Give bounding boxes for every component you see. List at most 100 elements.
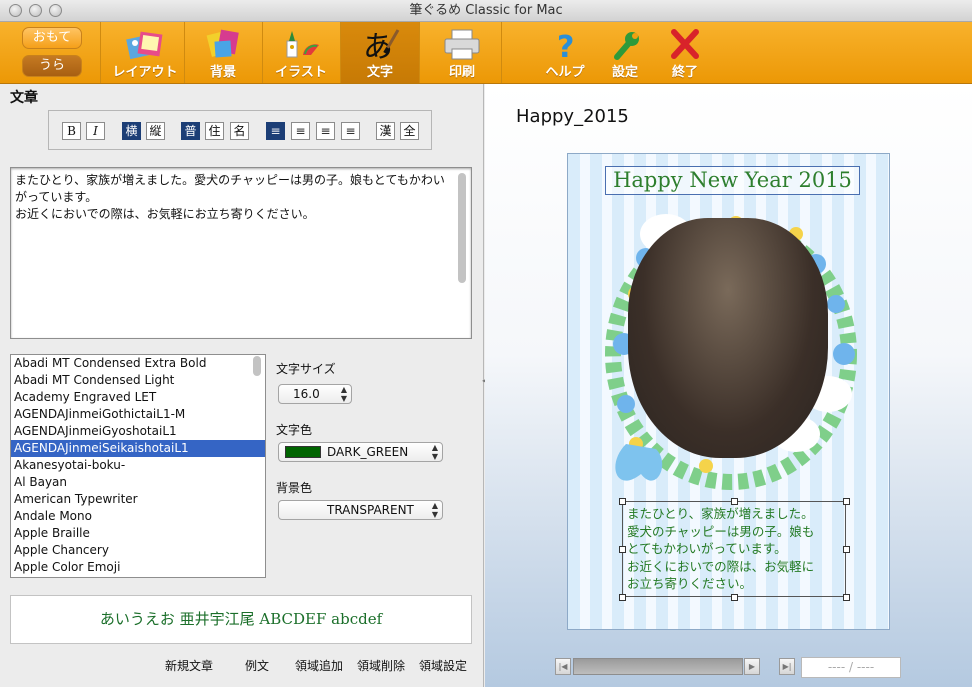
print-tool-button[interactable]: 印刷 bbox=[423, 22, 501, 83]
font-list-item[interactable]: Abadi MT Condensed Extra Bold bbox=[11, 355, 265, 372]
resize-handle[interactable] bbox=[619, 546, 626, 553]
font-list-item[interactable]: Andale Mono bbox=[11, 508, 265, 525]
text-tool-button[interactable]: あ 文字 bbox=[341, 22, 419, 83]
front-side-button[interactable]: おもて bbox=[22, 27, 82, 49]
stepper-arrows-icon: ▲ ▼ bbox=[340, 385, 347, 403]
text-area-scrollbar[interactable] bbox=[458, 173, 466, 283]
resize-handle[interactable] bbox=[731, 498, 738, 505]
brush-text-icon: あ bbox=[363, 29, 400, 63]
font-list-item-selected[interactable]: AGENDAJinmeiSeikaishotaiL1 bbox=[11, 440, 265, 457]
italic-button[interactable]: I bbox=[86, 122, 105, 140]
title-bar: 筆ぐるめ Classic for Mac bbox=[0, 0, 972, 22]
font-list-scrollbar[interactable] bbox=[253, 356, 261, 376]
bg-color-select[interactable]: TRANSPARENT ▲ ▼ bbox=[278, 500, 443, 520]
popup-arrows-icon: ▲ ▼ bbox=[431, 443, 438, 461]
font-list-item[interactable]: Academy Engraved LET bbox=[11, 389, 265, 406]
text-color-label: 文字色 bbox=[276, 423, 313, 437]
print-tool-label: 印刷 bbox=[448, 65, 475, 80]
text-color-swatch bbox=[285, 446, 321, 458]
align-justify-button[interactable]: ≡ bbox=[341, 122, 360, 140]
layout-tool-label: レイアウト bbox=[112, 65, 178, 80]
align-right-button[interactable]: ≡ bbox=[316, 122, 335, 140]
wrench-icon bbox=[614, 32, 639, 60]
align-center-button[interactable]: ≡ bbox=[291, 122, 310, 140]
font-size-stepper[interactable]: 16.0 ▲ ▼ bbox=[278, 384, 352, 404]
kanji-button[interactable]: 漢 bbox=[376, 122, 395, 140]
example-text-button[interactable]: 例文 bbox=[245, 657, 269, 674]
card-name: Happy_2015 bbox=[516, 106, 629, 127]
popup-arrows-icon: ▲ ▼ bbox=[431, 501, 438, 519]
horizontal-writing-button[interactable]: 横 bbox=[122, 122, 141, 140]
card-message-text[interactable]: またひとり、家族が増えました。 愛犬のチャッピーは男の子。娘も とてもかわいがっ… bbox=[622, 501, 846, 597]
name-style-button[interactable]: 名 bbox=[230, 122, 249, 140]
family-photo[interactable] bbox=[628, 218, 828, 458]
card-preview-pane: Happy_2015 Happy New Year 2015 またひとり、家族が… bbox=[485, 84, 972, 687]
font-list-item[interactable]: AGENDAJinmeiGyoshotaiL1 bbox=[11, 423, 265, 440]
resize-handle[interactable] bbox=[619, 498, 626, 505]
page-scroll-track[interactable] bbox=[573, 658, 743, 675]
layout-tool-button[interactable]: レイアウト bbox=[106, 22, 184, 83]
bold-button[interactable]: B bbox=[62, 122, 81, 140]
align-left-button[interactable]: ≡ bbox=[266, 122, 285, 140]
font-list-item[interactable]: American Typewriter bbox=[11, 491, 265, 508]
bg-color-label: 背景色 bbox=[276, 481, 313, 495]
section-title: 文章 bbox=[10, 90, 38, 106]
delete-area-button[interactable]: 領域削除 bbox=[357, 657, 405, 674]
background-tool-button[interactable]: 背景 bbox=[184, 22, 262, 83]
close-x-icon bbox=[671, 29, 699, 59]
font-list-item[interactable]: Abadi MT Condensed Light bbox=[11, 372, 265, 389]
text-color-value: DARK_GREEN bbox=[327, 445, 409, 459]
font-list-item[interactable]: AGENDAJinmeiGothictaiL1-M bbox=[11, 406, 265, 423]
illust-tool-button[interactable]: イラスト bbox=[262, 22, 340, 83]
resize-handle[interactable] bbox=[843, 594, 850, 601]
back-side-button[interactable]: うら bbox=[22, 55, 82, 77]
printer-icon bbox=[444, 29, 480, 60]
background-icon bbox=[206, 29, 239, 58]
page-number-field[interactable]: ---- / ---- bbox=[801, 657, 901, 678]
illust-icon bbox=[286, 31, 319, 58]
zoom-window-button[interactable] bbox=[49, 4, 62, 17]
text-tool-label: 文字 bbox=[366, 65, 393, 80]
font-list-item[interactable]: Akanesyotai-boku- bbox=[11, 457, 265, 474]
resize-handle[interactable] bbox=[843, 498, 850, 505]
first-page-button[interactable]: |◀ bbox=[555, 658, 571, 675]
quit-tool-button[interactable]: 終了 bbox=[646, 22, 724, 83]
vertical-writing-button[interactable]: 縦 bbox=[146, 122, 165, 140]
text-edit-panel: 文章 B I 横 縦 普 住 名 ≡ ≡ ≡ ≡ 漢 全 またひとり、家族が増え… bbox=[0, 84, 484, 687]
resize-handle[interactable] bbox=[843, 546, 850, 553]
question-icon: ? bbox=[557, 30, 574, 63]
minimize-window-button[interactable] bbox=[29, 4, 42, 17]
address-style-button[interactable]: 住 bbox=[205, 122, 224, 140]
area-settings-button[interactable]: 領域設定 bbox=[419, 657, 467, 674]
font-list-item[interactable]: Apple Chancery bbox=[11, 542, 265, 559]
fullwidth-button[interactable]: 全 bbox=[400, 122, 419, 140]
main-toolbar: おもて うら レイアウト 背景 イラスト あ 文字 印刷 ? ヘルプ 設定 終了 bbox=[0, 22, 972, 84]
font-preview: あいうえお 亜井宇江尾 ABCDEF abcdef bbox=[10, 595, 472, 644]
window-title: 筆ぐるめ Classic for Mac bbox=[409, 3, 563, 18]
font-list-item[interactable]: Apple Braille bbox=[11, 525, 265, 542]
next-page-button[interactable]: ▶ bbox=[744, 658, 760, 675]
svg-text:?: ? bbox=[557, 30, 574, 63]
illust-tool-label: イラスト bbox=[275, 65, 327, 80]
last-page-button[interactable]: ▶| bbox=[779, 658, 795, 675]
layout-icon bbox=[126, 31, 163, 60]
font-list-item[interactable]: Al Bayan bbox=[11, 474, 265, 491]
background-tool-label: 背景 bbox=[209, 65, 236, 80]
font-size-value: 16.0 bbox=[293, 387, 320, 401]
resize-handle[interactable] bbox=[619, 594, 626, 601]
new-year-card[interactable]: Happy New Year 2015 またひとり、家族が増えました。 愛犬のチ… bbox=[567, 153, 890, 630]
font-size-label: 文字サイズ bbox=[276, 362, 336, 376]
font-list-item[interactable]: Apple Color Emoji bbox=[11, 559, 265, 576]
format-toolbar: B I 横 縦 普 住 名 ≡ ≡ ≡ ≡ 漢 全 bbox=[48, 110, 432, 150]
bg-color-value: TRANSPARENT bbox=[327, 503, 414, 517]
card-headline[interactable]: Happy New Year 2015 bbox=[605, 166, 860, 195]
add-area-button[interactable]: 領域追加 bbox=[295, 657, 343, 674]
font-list[interactable]: Abadi MT Condensed Extra Bold Abadi MT C… bbox=[10, 354, 266, 578]
quit-tool-label: 終了 bbox=[671, 65, 698, 80]
close-window-button[interactable] bbox=[9, 4, 22, 17]
normal-style-button[interactable]: 普 bbox=[181, 122, 200, 140]
text-color-select[interactable]: DARK_GREEN ▲ ▼ bbox=[278, 442, 443, 462]
new-text-button[interactable]: 新規文章 bbox=[165, 657, 213, 674]
resize-handle[interactable] bbox=[731, 594, 738, 601]
message-text-area[interactable]: またひとり、家族が増えました。愛犬のチャッピーは男の子。娘もとてもかわいがってい… bbox=[10, 167, 472, 339]
